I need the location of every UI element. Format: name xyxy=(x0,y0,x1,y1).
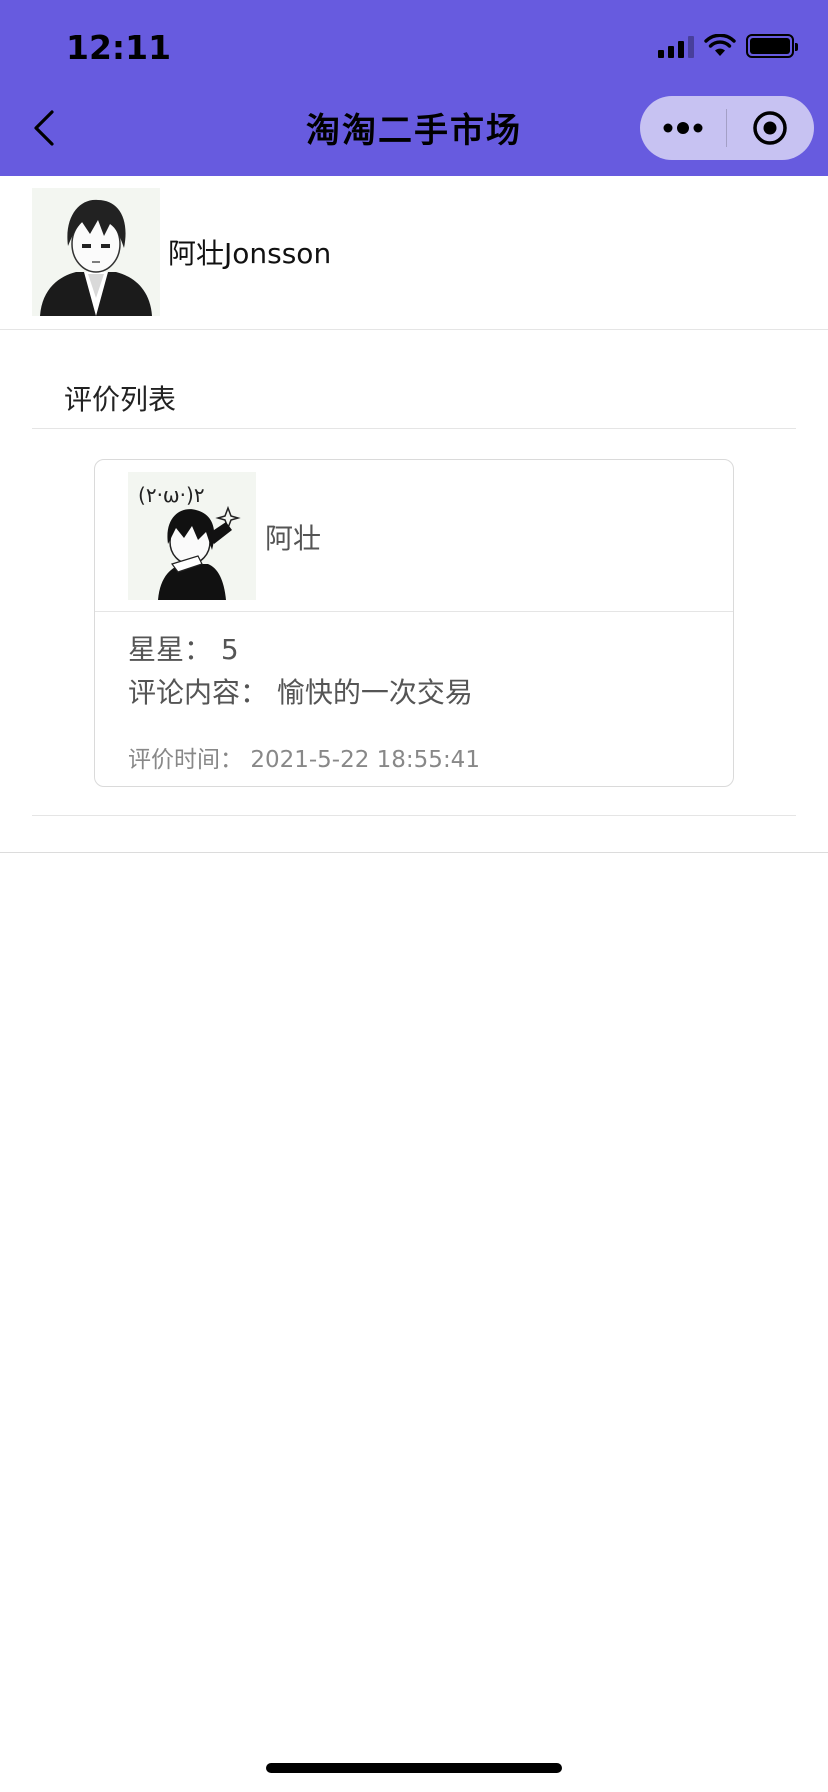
battery-icon xyxy=(746,34,798,58)
comment-value: 愉快的一次交易 xyxy=(276,676,473,709)
user-profile: 阿壮Jonsson xyxy=(0,176,828,330)
review-card: (٢·ω·)٢ 阿壮 星星： 5 评论内容： 愉快的一次交易 评价时间： 202… xyxy=(94,459,734,787)
review-time: 评价时间： 2021-5-22 18:55:41 xyxy=(128,740,480,774)
review-header: (٢·ω·)٢ 阿壮 xyxy=(95,460,733,612)
nav-bar: 12:11 淘淘二手市场 xyxy=(0,0,828,176)
home-indicator[interactable] xyxy=(266,1763,562,1773)
review-comment: 评论内容： 愉快的一次交易 xyxy=(128,671,473,711)
divider xyxy=(32,428,796,429)
anime-reviewer-avatar-icon: (٢·ω·)٢ xyxy=(128,472,256,600)
user-name: 阿壮Jonsson xyxy=(168,237,332,270)
anime-boy-avatar-icon xyxy=(32,188,160,316)
stars-value: 5 xyxy=(220,633,239,666)
signal-icon xyxy=(658,34,694,58)
mini-program-capsule xyxy=(640,96,814,160)
divider xyxy=(0,852,828,853)
user-avatar[interactable] xyxy=(32,188,160,316)
comment-label: 评论内容： xyxy=(128,676,269,709)
review-stars: 星星： 5 xyxy=(128,628,239,668)
more-dots-icon xyxy=(663,122,703,134)
time-value: 2021-5-22 18:55:41 xyxy=(250,747,480,773)
time-label: 评价时间： xyxy=(128,747,243,773)
reviewer-avatar[interactable]: (٢·ω·)٢ xyxy=(128,472,256,600)
wifi-icon xyxy=(704,34,736,56)
status-time: 12:11 xyxy=(66,28,172,67)
section-title: 评价列表 xyxy=(64,383,177,416)
more-button[interactable] xyxy=(640,96,726,160)
stars-label: 星星： xyxy=(128,633,213,666)
reviewer-name: 阿壮 xyxy=(265,522,322,555)
close-button[interactable] xyxy=(727,96,813,160)
close-target-icon xyxy=(753,111,787,145)
svg-text:(٢·ω·)٢: (٢·ω·)٢ xyxy=(138,483,205,507)
divider xyxy=(32,815,796,816)
status-icons xyxy=(658,34,798,58)
